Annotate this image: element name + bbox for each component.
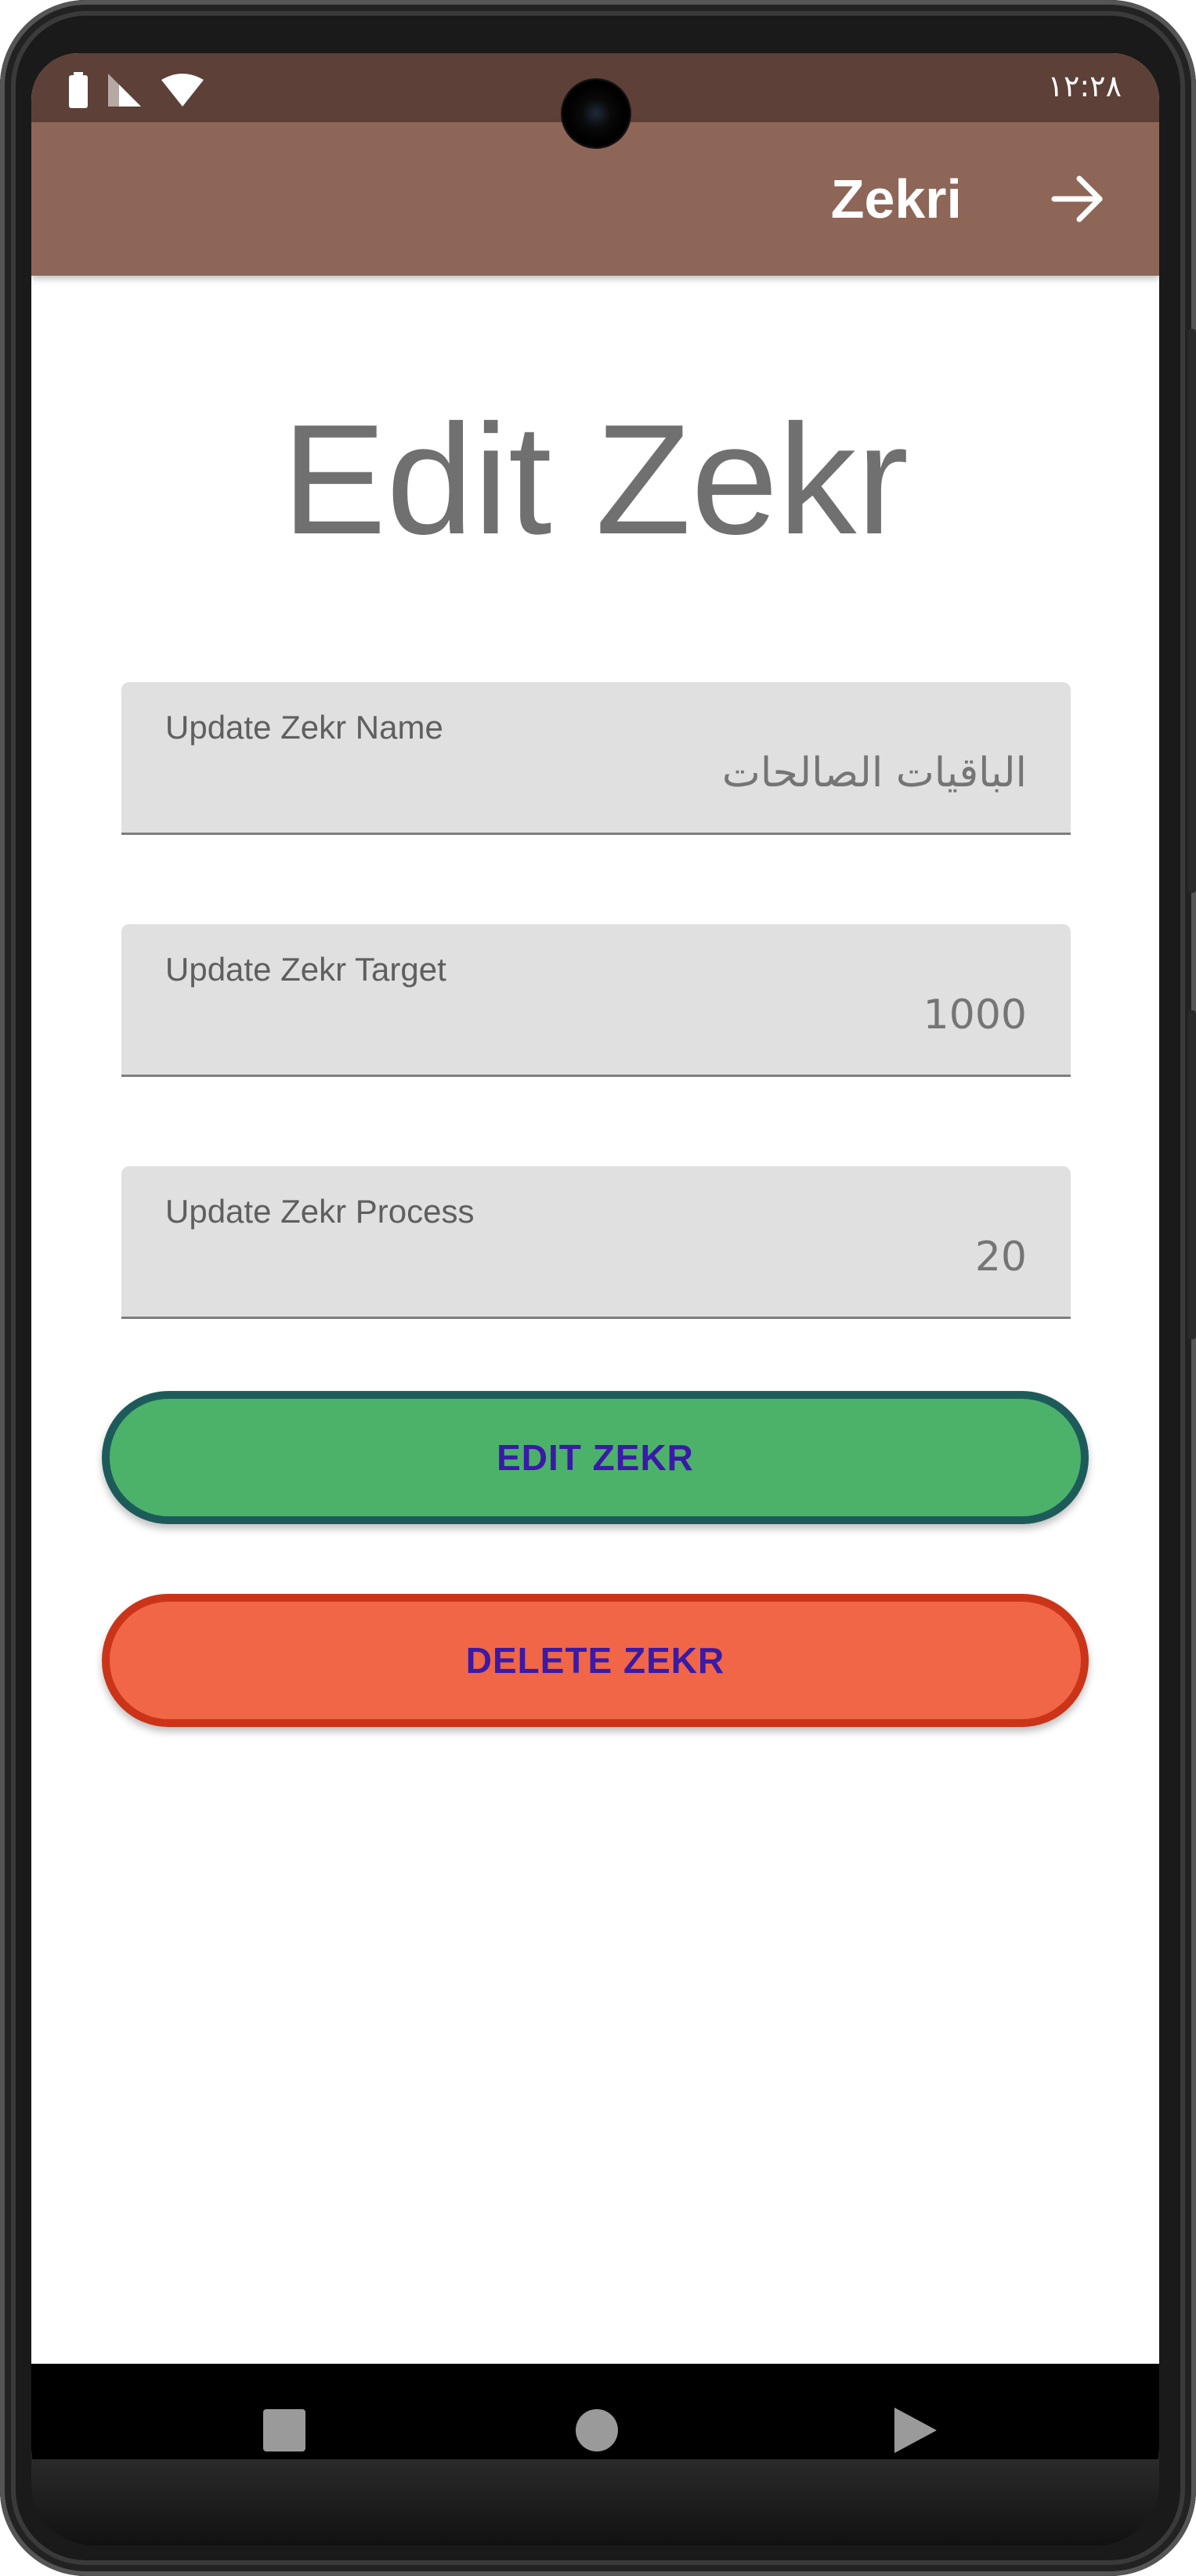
screen: ١٢:٢٨ Zekri Edit Zekr Update Zekr Name U… <box>31 53 1159 2505</box>
home-circle-icon[interactable] <box>576 2409 618 2451</box>
status-time: ١٢:٢٨ <box>1047 69 1122 103</box>
status-icons <box>69 72 204 108</box>
battery-icon <box>69 72 88 108</box>
zekr-process-field[interactable]: Update Zekr Process <box>121 1166 1071 1319</box>
zekr-target-input[interactable] <box>322 992 1027 1039</box>
app-title: Zekri <box>830 168 962 229</box>
zekr-process-input[interactable] <box>322 1234 1027 1281</box>
zekr-name-field[interactable]: Update Zekr Name <box>121 682 1071 835</box>
bottom-bezel <box>31 2459 1159 2545</box>
delete-zekr-button[interactable]: DELETE ZEKR <box>102 1594 1089 1727</box>
front-camera <box>562 80 630 147</box>
zekr-name-input[interactable] <box>322 750 1027 797</box>
zekr-process-label: Update Zekr Process <box>165 1193 475 1230</box>
volume-button <box>1188 329 1196 893</box>
signal-icon <box>108 74 141 107</box>
zekr-name-label: Update Zekr Name <box>165 709 443 746</box>
power-button <box>1188 1010 1196 1339</box>
recents-square-icon[interactable] <box>263 2409 305 2451</box>
wifi-icon <box>161 74 204 107</box>
zekr-target-field[interactable]: Update Zekr Target <box>121 924 1071 1077</box>
arrow-forward-icon[interactable] <box>1048 169 1107 229</box>
page-title: Edit Zekr <box>281 392 909 567</box>
zekr-target-label: Update Zekr Target <box>165 951 446 988</box>
edit-zekr-button[interactable]: EDIT ZEKR <box>102 1391 1089 1524</box>
back-triangle-icon[interactable] <box>891 2406 938 2455</box>
